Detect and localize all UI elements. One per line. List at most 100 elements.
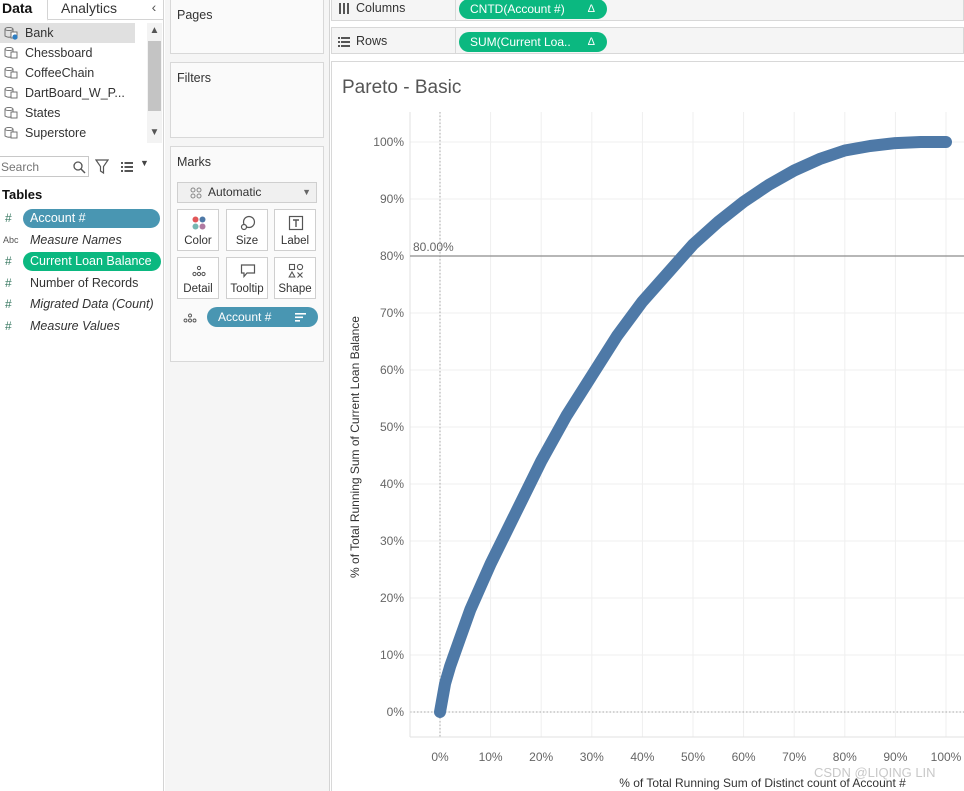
- scroll-up-icon[interactable]: ▲: [147, 25, 162, 39]
- number-type-icon: #: [5, 297, 12, 311]
- field-item[interactable]: # Current Loan Balance: [0, 251, 164, 272]
- viz-canvas[interactable]: 0% 10% 20% 30% 40% 50% 60% 70% 80% 90% 100% 0% 10% 20…: [331, 61, 964, 791]
- pages-card[interactable]: Pages: [170, 0, 324, 54]
- detail-icon: [183, 313, 197, 323]
- database-icon: [4, 46, 18, 59]
- data-source-item[interactable]: States: [0, 103, 135, 123]
- x-tick-label: 10%: [479, 750, 503, 764]
- delta-icon: Δ: [587, 36, 595, 48]
- y-tick-label: 40%: [380, 477, 404, 491]
- tab-data[interactable]: Data: [0, 0, 48, 21]
- shape-button-label: Shape: [278, 283, 312, 295]
- size-button-label: Size: [235, 235, 259, 247]
- detail-button[interactable]: Detail: [177, 257, 219, 299]
- y-axis-title: % of Total Running Sum of Current Loan B…: [348, 316, 362, 578]
- scroll-down-icon[interactable]: ▼: [147, 127, 162, 141]
- number-type-icon: #: [5, 275, 12, 290]
- view-list-icon[interactable]: [120, 160, 134, 174]
- filters-card[interactable]: Filters: [170, 62, 324, 138]
- field-label: Migrated Data (Count): [30, 297, 154, 311]
- string-type-icon: Abc: [3, 234, 19, 245]
- data-source-item[interactable]: Chessboard: [0, 43, 135, 63]
- field-item[interactable]: # Measure Values: [0, 316, 164, 337]
- data-source-scrollbar[interactable]: ▲ ▼: [147, 23, 162, 143]
- mark-type-icon: [190, 187, 202, 199]
- size-icon: [240, 215, 256, 231]
- rows-pill-label: SUM(Current Loa..: [470, 35, 571, 49]
- shape-button[interactable]: Shape: [274, 257, 316, 299]
- chevron-down-icon[interactable]: ▼: [140, 158, 152, 172]
- x-tick-label: 50%: [681, 750, 705, 764]
- rows-icon: [338, 37, 350, 47]
- columns-pill-label: CNTD(Account #): [470, 2, 565, 16]
- detail-pill-label: Account #: [218, 310, 272, 324]
- shelf-divider: [455, 28, 456, 53]
- collapse-pane-button[interactable]: ‹: [146, 0, 162, 18]
- rows-pill[interactable]: SUM(Current Loa.. Δ: [459, 32, 607, 52]
- y-tick-label: 90%: [380, 192, 404, 206]
- delta-icon: Δ: [587, 3, 595, 15]
- data-source-item[interactable]: CoffeeChain: [0, 63, 135, 83]
- x-tick-label: 100%: [931, 750, 962, 764]
- number-type-icon: #: [5, 211, 12, 225]
- x-tick-label: 80%: [833, 750, 857, 764]
- x-tick-label: 70%: [782, 750, 806, 764]
- marks-card-title: Marks: [177, 155, 212, 169]
- marks-card: Marks Automatic ▼ Color Size Label Detai…: [170, 146, 324, 362]
- mark-type-value: Automatic: [208, 185, 262, 199]
- data-source-item[interactable]: Bank: [0, 23, 135, 43]
- columns-shelf[interactable]: Columns CNTD(Account #) Δ: [331, 0, 964, 21]
- detail-icon: [192, 265, 206, 277]
- mark-type-dropdown[interactable]: Automatic ▼: [177, 182, 317, 203]
- label-button[interactable]: Label: [274, 209, 316, 251]
- x-tick-label: 40%: [630, 750, 654, 764]
- search-icon[interactable]: [72, 160, 86, 174]
- cards-pane: Pages Filters Marks Automatic ▼ Color Si…: [165, 0, 330, 791]
- label-icon: [288, 215, 304, 231]
- tooltip-button-label: Tooltip: [230, 283, 264, 295]
- y-tick-label: 30%: [380, 534, 404, 548]
- columns-pill[interactable]: CNTD(Account #) Δ: [459, 0, 607, 19]
- detail-pill-row: Account #: [177, 307, 321, 329]
- columns-shelf-label: Columns: [356, 1, 406, 15]
- y-tick-label: 80%: [380, 249, 404, 263]
- chevron-down-icon: ▼: [302, 187, 311, 197]
- columns-icon: [339, 3, 349, 14]
- filter-icon[interactable]: [95, 159, 109, 175]
- viz-title: Pareto - Basic: [342, 77, 462, 98]
- color-icon: [192, 216, 206, 230]
- tooltip-icon: [240, 264, 256, 279]
- x-tick-label: 20%: [529, 750, 553, 764]
- shelf-divider: [455, 0, 456, 20]
- y-tick-label: 10%: [380, 648, 404, 662]
- field-pill-label: Account #: [23, 209, 160, 228]
- scroll-thumb[interactable]: [148, 41, 161, 111]
- field-label: Measure Names: [30, 232, 122, 247]
- rows-shelf[interactable]: Rows SUM(Current Loa.. Δ: [331, 27, 964, 54]
- data-source-item[interactable]: Superstore: [0, 123, 135, 143]
- data-source-label: Chessboard: [25, 46, 93, 60]
- field-item[interactable]: # Migrated Data (Count): [0, 294, 164, 315]
- database-icon: [4, 66, 18, 79]
- data-source-list: Bank Chessboard CoffeeChain DartBoard_W_P..…: [0, 23, 147, 145]
- field-pill-label: Current Loan Balance: [23, 252, 161, 271]
- field-item[interactable]: # Number of Records: [0, 273, 164, 294]
- pane-tabs: Data Analytics ‹: [0, 0, 164, 21]
- sort-icon: [295, 313, 306, 322]
- data-source-item[interactable]: DartBoard_W_P...: [0, 83, 135, 103]
- detail-pill-account[interactable]: Account #: [207, 307, 318, 327]
- field-item[interactable]: # Account #: [0, 208, 164, 229]
- pareto-chart[interactable]: 0% 10% 20% 30% 40% 50% 60% 70% 80% 90% 100% 0% 10% 20…: [332, 62, 964, 791]
- tab-analytics[interactable]: Analytics: [48, 0, 148, 20]
- shape-icon: [288, 263, 304, 278]
- filters-card-title: Filters: [177, 71, 212, 85]
- x-tick-label: 60%: [732, 750, 756, 764]
- x-tick-label: 0%: [431, 750, 449, 764]
- field-item[interactable]: Abc Measure Names: [0, 230, 164, 251]
- tooltip-button[interactable]: Tooltip: [226, 257, 268, 299]
- pages-card-title: Pages: [177, 8, 213, 22]
- color-button[interactable]: Color: [177, 209, 219, 251]
- detail-button-label: Detail: [183, 283, 213, 295]
- y-tick-label: 20%: [380, 591, 404, 605]
- size-button[interactable]: Size: [226, 209, 268, 251]
